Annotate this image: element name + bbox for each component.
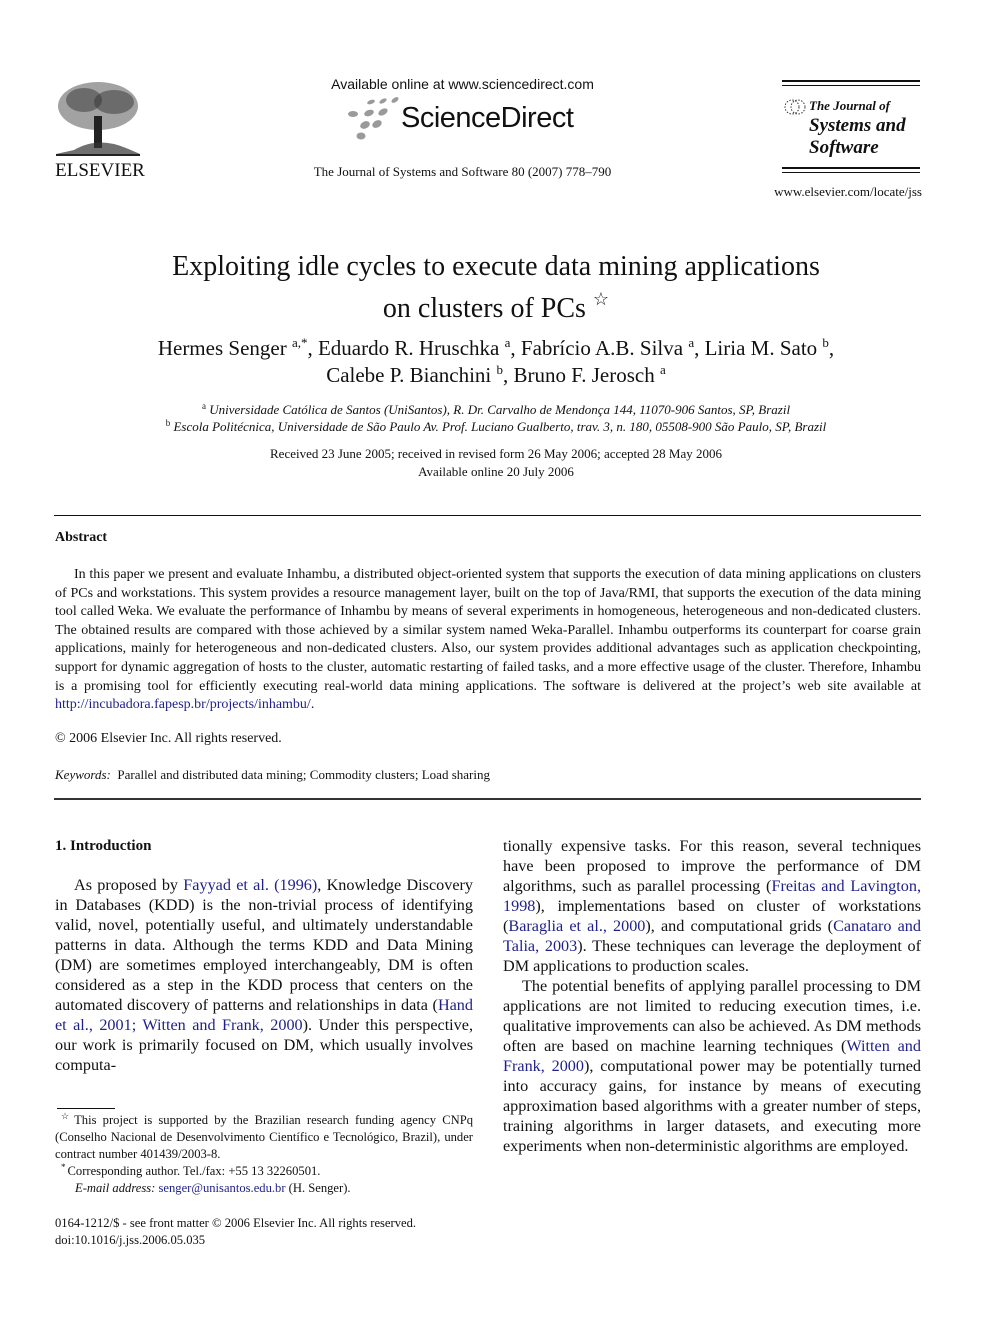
author-affiliation-mark[interactable]: b [497,362,504,377]
article-dates: Received 23 June 2005; received in revis… [60,445,932,481]
email-suffix: (H. Senger). [285,1181,351,1195]
front-matter: 0164-1212/$ - see front matter © 2006 El… [55,1215,485,1249]
sciencedirect-wordmark: ScienceDirect [401,102,574,134]
abstract-paragraph: In this paper we present and evaluate In… [55,566,921,715]
author-affiliation-mark[interactable]: b [822,335,829,350]
footnote-funding-text: This project is supported by the Brazili… [55,1113,473,1161]
author-affiliation-mark[interactable]: a,* [292,335,308,350]
doi-line[interactable]: doi:10.1016/j.jss.2006.05.035 [55,1232,485,1249]
author-line: Hermes Senger a,*, Eduardo R. Hruschka a… [157,335,835,360]
footnotes: ☆ This project is supported by the Brazil… [55,1112,473,1197]
left-column: As proposed by Fayyad et al. (1996), Kno… [55,875,473,1075]
affiliations: a Universidade Católica de Santos (UniSa… [60,401,932,435]
project-website-link[interactable]: http://incubadora.fapesp.br/projects/inh… [55,697,311,712]
elsevier-logo: ELSEVIER [52,80,145,181]
abstract-end-punct: . [310,697,315,713]
author-name: Bruno F. Jerosch [513,363,655,387]
affiliation-a: a Universidade Católica de Santos (UniSa… [60,401,932,418]
affiliation-text: Escola Politécnica, Universidade de São … [173,419,827,434]
abstract-copyright: © 2006 Elsevier Inc. All rights reserved… [55,731,282,746]
issn-line: 0164-1212/$ - see front matter © 2006 El… [55,1216,417,1230]
author-name: Hermes Senger [157,336,287,360]
keywords: Keywords: Parallel and distributed data … [55,767,490,783]
elsevier-tree-icon [56,82,140,156]
body-text: , Knowledge Discovery in Databases (KDD)… [55,876,473,1014]
keywords-list: Parallel and distributed data mining; Co… [117,767,490,782]
received-dates: Received 23 June 2005; received in revis… [270,446,722,461]
footnote-funding: ☆ This project is supported by the Brazil… [55,1112,473,1163]
logo-rule [782,172,920,173]
journal-logo-line2: Systems and [809,115,906,136]
title-line-2: on clusters of PCs ☆ [60,283,932,325]
title-footnote-star-icon[interactable]: ☆ [593,289,609,309]
title-line-1: Exploiting idle cycles to execute data m… [172,251,820,282]
journal-url[interactable]: www.elsevier.com/locate/jss [740,184,922,200]
author-affiliation-mark[interactable]: a [505,335,511,350]
keywords-label: Keywords: [55,767,111,782]
journal-logo: The Journal of Systems and Software [782,80,922,173]
citation-link[interactable]: Fayyad et al. (1996) [183,876,317,894]
body-text: As proposed by [74,876,184,894]
journal-reference: The Journal of Systems and Software 80 (… [313,164,612,179]
intro-paragraph-1-continued: tionally expensive tasks. For this reaso… [503,836,921,976]
sciencedirect-dots-icon [348,97,399,140]
journal-emblem-icon [784,99,806,115]
author-name: Eduardo R. Hruschka [317,336,500,360]
citation-link[interactable]: Baraglia et al., 2000 [508,917,645,935]
intro-paragraph-2: The potential benefits of applying paral… [503,976,921,1156]
intro-paragraph-1: As proposed by Fayyad et al. (1996), Kno… [55,875,473,1075]
corresponding-author-text: Corresponding author. Tel./fax: +55 13 3… [67,1164,321,1178]
abstract-bottom-rule [54,798,921,800]
section-heading-introduction: 1. Introduction [55,838,152,854]
footnote-asterisk: * [61,1162,66,1172]
email-link[interactable]: senger@unisantos.edu.br [159,1181,286,1195]
affiliation-text: Universidade Católica de Santos (UniSant… [209,402,791,417]
author-name: Calebe P. Bianchini [326,363,492,387]
publisher-wordmark: ELSEVIER [55,160,145,181]
author-name: Fabrício A.B. Silva [520,336,684,360]
body-text: ), and computational grids ( [645,917,834,935]
author-affiliation-mark[interactable]: a [688,335,694,350]
abstract-top-rule [54,515,921,516]
logo-rule [782,85,920,86]
author-affiliation-mark[interactable]: a [660,362,666,377]
sciencedirect-logo[interactable]: ScienceDirect [345,96,590,142]
journal-logo-title: Systems and Software [809,115,906,159]
footnote-rule [57,1108,115,1109]
logo-rule [782,167,920,169]
available-online-text[interactable]: Available online at www.sciencedirect.co… [300,76,625,92]
author-name: Liria M. Sato [704,336,818,360]
footnote-corresponding: * Corresponding author. Tel./fax: +55 13 … [55,1163,473,1180]
abstract-heading: Abstract [55,530,108,545]
footnote-email: E-mail address: senger@unisantos.edu.br … [55,1180,473,1197]
available-online-date: Available online 20 July 2006 [418,464,574,479]
affiliation-mark: b [165,418,171,428]
logo-rule [782,80,920,82]
article-title: Exploiting idle cycles to execute data m… [60,250,932,325]
affiliation-b: b Escola Politécnica, Universidade de Sã… [60,418,932,435]
footnote-star-icon: ☆ [61,1111,73,1121]
author-list: Hermes Senger a,*, Eduardo R. Hruschka a… [60,335,932,389]
journal-logo-line3: Software [809,137,879,158]
right-column: tionally expensive tasks. For this reaso… [503,836,921,1156]
email-label: E-mail address: [75,1181,156,1195]
abstract-text: In this paper we present and evaluate In… [55,567,921,694]
abstract-body: In this paper we present and evaluate In… [55,566,921,715]
title-line-2-text: on clusters of PCs [382,293,586,324]
author-line: Calebe P. Bianchini b, Bruno F. Jerosch … [326,362,666,387]
affiliation-mark: a [201,401,206,411]
journal-logo-line1: The Journal of [809,98,890,113]
